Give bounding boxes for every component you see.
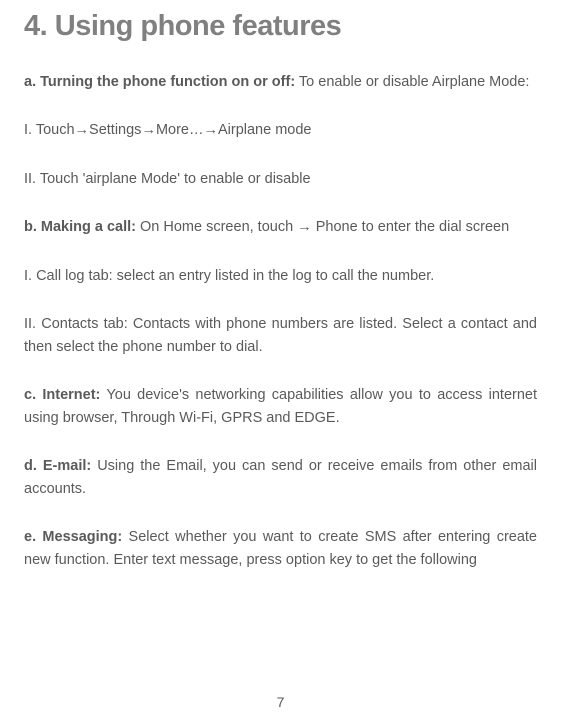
section-d-text: Using the Email, you can send or receive…: [24, 458, 537, 496]
section-a-label: a. Turning the phone function on or off:: [24, 74, 295, 90]
step1-p2: More…: [156, 122, 204, 138]
arrow-icon: →: [203, 122, 218, 138]
page-number: 7: [277, 694, 285, 710]
section-c-label: c. Internet:: [24, 387, 100, 403]
step1-p3: Airplane mode: [218, 122, 312, 138]
section-b-text-after: Phone to enter the dial screen: [312, 219, 510, 235]
section-b-label: b. Making a call:: [24, 219, 136, 235]
section-e-label: e. Messaging:: [24, 529, 122, 545]
section-e: e. Messaging: Select whether you want to…: [24, 526, 537, 571]
section-a-text: To enable or disable Airplane Mode:: [295, 74, 529, 90]
arrow-icon: →: [141, 122, 156, 138]
arrow-icon: →: [75, 122, 90, 138]
section-d-label: d. E-mail:: [24, 458, 91, 474]
section-b: b. Making a call: On Home screen, touch …: [24, 216, 537, 238]
section-d: d. E-mail: Using the Email, you can send…: [24, 455, 537, 500]
heading-text: Using phone features: [55, 10, 342, 42]
step1-p1: Settings: [89, 122, 141, 138]
step1-prefix: I. Touch: [24, 122, 75, 138]
section-a: a. Turning the phone function on or off:…: [24, 71, 537, 93]
section-c: c. Internet: You device's networking cap…: [24, 384, 537, 429]
arrow-icon: →: [297, 219, 312, 235]
section-b-step1: I. Call log tab: select an entry listed …: [24, 265, 537, 287]
section-b-text-before: On Home screen, touch: [136, 219, 297, 235]
section-b-step2: II. Contacts tab: Contacts with phone nu…: [24, 313, 537, 358]
page-title: 4. Using phone features: [24, 10, 537, 43]
section-a-step1: I. Touch→Settings→More…→Airplane mode: [24, 119, 537, 141]
heading-number: 4.: [24, 10, 47, 42]
section-a-step2: II. Touch 'airplane Mode' to enable or d…: [24, 168, 537, 190]
section-c-text: You device's networking capabilities all…: [24, 387, 537, 425]
